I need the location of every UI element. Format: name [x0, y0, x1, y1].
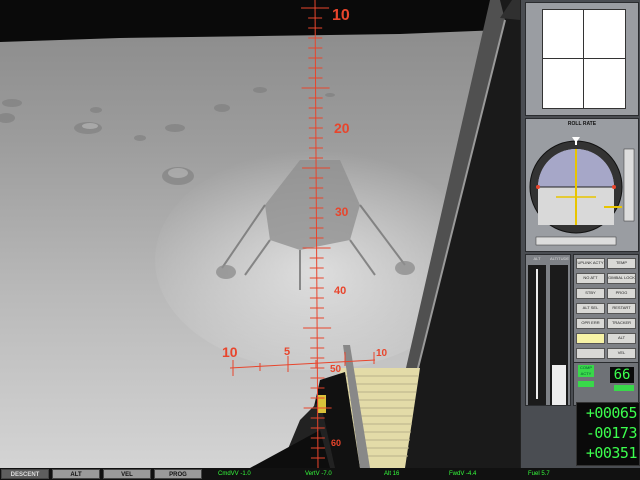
hud-overlay: 10 20 30 40 50 60 10 5 0 5 10: [222, 0, 388, 468]
caution-light-blank: [576, 348, 605, 359]
readout-fwdv: FwdV -4.4: [449, 471, 477, 477]
cross-pointer-screen: [542, 9, 626, 109]
pitch-label-50: 50: [330, 364, 342, 375]
altitude-tape-label: ALTITUDE: [550, 256, 570, 261]
tape-meters: ALT ALTITUDE: [525, 254, 571, 406]
caution-light-gimbal-lock: GIMBAL LOCK: [607, 273, 636, 284]
caution-light-uplink-acty: UPLINK ACTY: [576, 258, 605, 269]
pitch-label-40: 40: [334, 285, 346, 297]
caution-light-prog: PROG: [607, 288, 636, 299]
noun-light: [614, 385, 634, 391]
tab-vel[interactable]: VEL: [103, 469, 151, 479]
instrument-panel: ROLL RATE ALT ALTITUDE UPLINK ACTY TEMP …: [520, 0, 640, 468]
hscale-label-left-10: 10: [222, 344, 238, 360]
tab-prog[interactable]: PROG: [154, 469, 202, 479]
readout-fuel: Fuel 5.7: [528, 471, 550, 477]
hscale-label-left-5: 5: [284, 346, 290, 358]
caution-light-temp: TEMP: [607, 258, 636, 269]
alt-rate-tape-label: ALT: [533, 256, 541, 261]
cross-pointer-display: [525, 2, 639, 116]
readout-alt: Alt 16: [384, 471, 400, 477]
altitude-tape: ALTITUDE: [550, 256, 569, 405]
fdai-ball: ROLL RATE: [525, 118, 639, 252]
alt-rate-tape: ALT: [528, 256, 546, 405]
status-bar: DESCENT ALT VEL PROG CmdVV -1.0 VertV -7…: [0, 468, 640, 480]
caution-light-restart: RESTART: [607, 303, 636, 314]
caution-light-alt-sel: ALT SEL: [576, 303, 605, 314]
caution-light-stby: STBY: [576, 288, 605, 299]
hscale-label-right-10: 10: [376, 348, 388, 359]
pitch-label-60: 60: [331, 438, 341, 448]
prog-display: 66: [610, 367, 634, 383]
caution-light-opr-err: OPR ERR: [576, 318, 605, 329]
readout-vertv: VertV -7.0: [305, 471, 332, 477]
dsky-status: COMP ACTY 66: [573, 362, 639, 406]
comp-acty-light: COMP ACTY: [578, 365, 594, 377]
caution-light-no-att: NO ATT: [576, 273, 605, 284]
caution-light-tracker: TRACKER: [607, 318, 636, 329]
tab-descent[interactable]: DESCENT: [1, 469, 49, 479]
caution-light-alt: ALT: [607, 333, 636, 344]
register-2: -00173: [585, 424, 638, 442]
pitch-label-30: 30: [335, 205, 349, 219]
register-3: +00351: [585, 444, 638, 462]
simulator-view: 10 20 30 40 50 60 10 5 0 5 10 ROLL: [0, 0, 640, 480]
caution-light-lit: [576, 333, 605, 344]
pitch-label-20: 20: [334, 120, 350, 136]
register-1: +00065: [585, 404, 638, 422]
caution-light-vel: VEL: [607, 348, 636, 359]
caution-warning-panel: UPLINK ACTY TEMP NO ATT GIMBAL LOCK STBY…: [573, 254, 639, 366]
tab-alt[interactable]: ALT: [52, 469, 100, 479]
readout-cmdvv: CmdVV -1.0: [218, 471, 251, 477]
verb-light: [578, 381, 594, 387]
dsky-registers: +00065 -00173 +00351: [576, 402, 640, 466]
pitch-label-10: 10: [332, 7, 350, 24]
